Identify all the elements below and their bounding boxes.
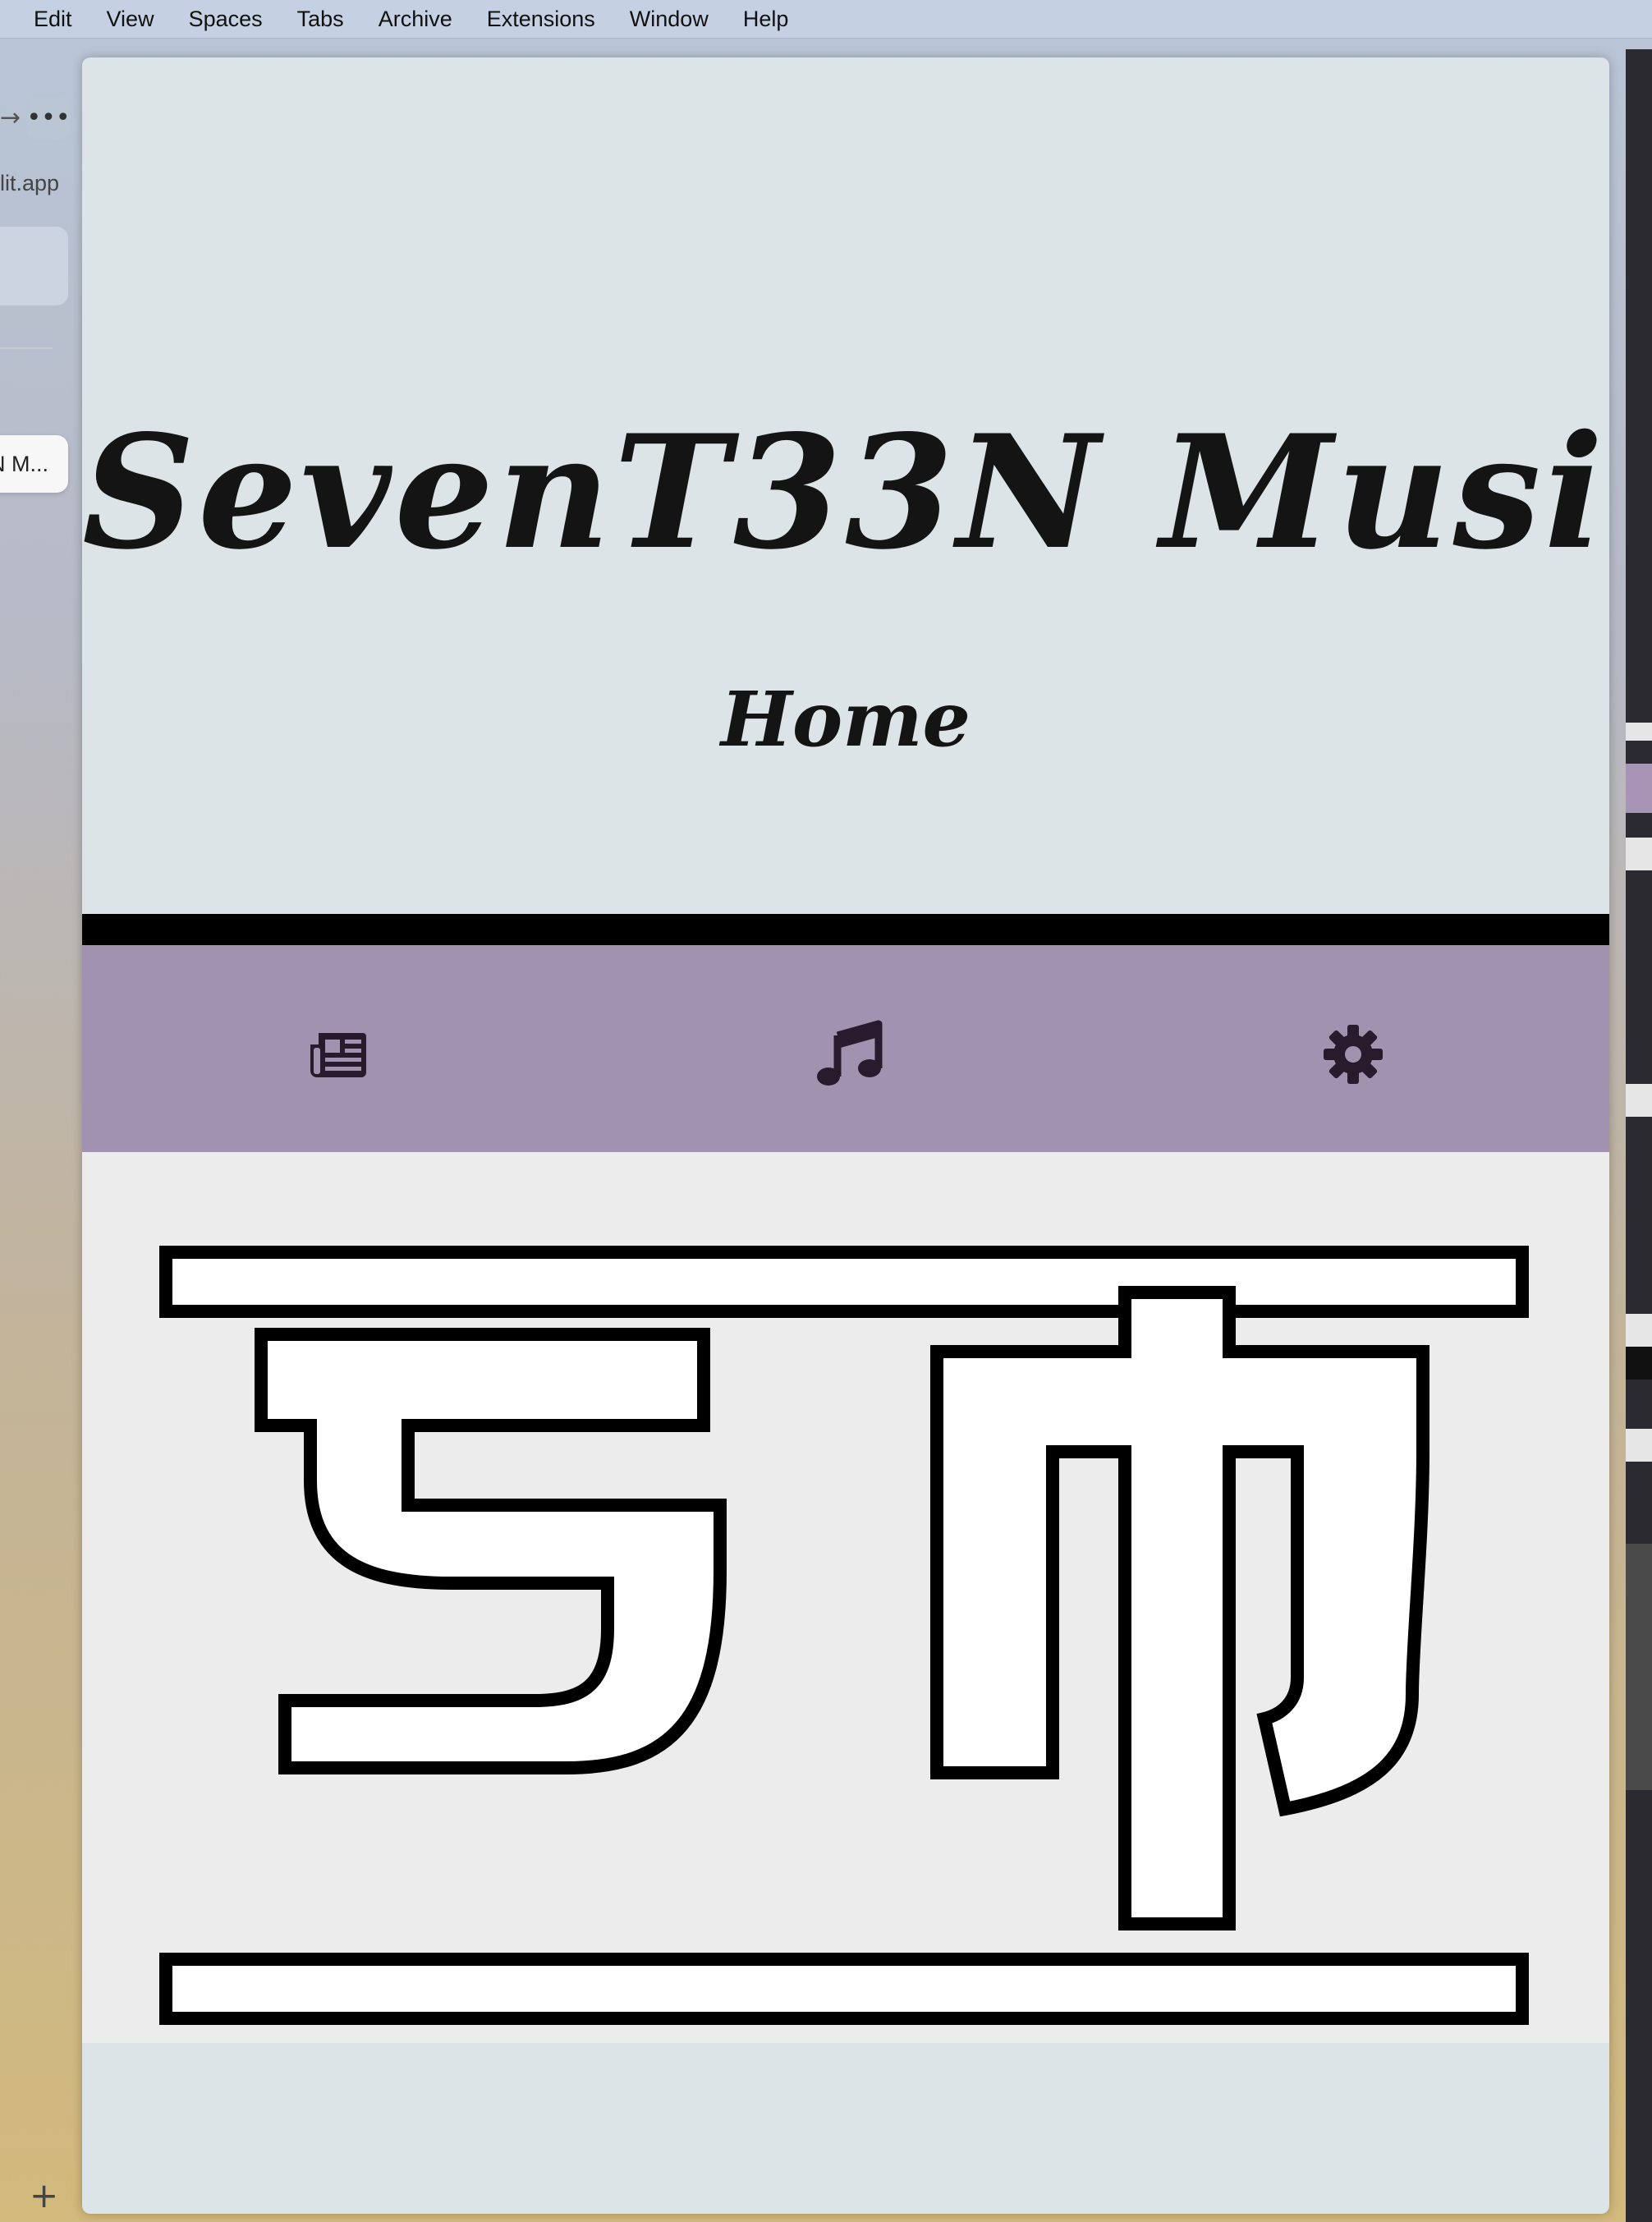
logo-bottom-bar <box>159 1953 1529 2025</box>
sidebar-tab-active[interactable]: N M... <box>0 435 68 493</box>
bg-window-bar <box>1626 764 1652 813</box>
logo-left-glyph <box>255 1328 727 1774</box>
newspaper-icon[interactable] <box>307 1023 369 1086</box>
menu-extensions[interactable]: Extensions <box>487 7 595 32</box>
menu-archive[interactable]: Archive <box>379 7 452 32</box>
browser-sidebar: → ••• lit.app N M... + <box>0 39 82 2222</box>
seventeen-logo <box>82 1152 1609 2043</box>
bg-window-bar <box>1626 1084 1652 1117</box>
menu-view[interactable]: View <box>107 7 154 32</box>
nav-bar <box>82 945 1609 1152</box>
bg-window-bar <box>1626 1429 1652 1462</box>
logo-top-bar <box>159 1246 1529 1318</box>
header-divider <box>82 914 1609 945</box>
bg-window-bar <box>1626 1314 1652 1347</box>
menu-bar: Edit View Spaces Tabs Archive Extensions… <box>0 0 1652 39</box>
web-page: SevenT33N Music Home <box>82 57 1609 2214</box>
menu-help[interactable]: Help <box>743 7 789 32</box>
page-subtitle: Home <box>720 675 971 764</box>
site-title: SevenT33N Music <box>82 401 1609 584</box>
new-tab-button[interactable]: + <box>30 2178 58 2213</box>
url-fragment[interactable]: lit.app <box>0 171 59 196</box>
sidebar-card[interactable] <box>0 227 68 305</box>
music-note-icon[interactable] <box>815 1017 885 1088</box>
bg-window-bar <box>1626 1544 1652 1790</box>
arrow-right-icon[interactable]: → <box>0 103 21 132</box>
menu-window[interactable]: Window <box>630 7 709 32</box>
bg-window-bar <box>1626 838 1652 870</box>
sidebar-divider <box>0 347 53 349</box>
menu-tabs[interactable]: Tabs <box>297 7 344 32</box>
logo-right-glyph <box>930 1286 1429 1930</box>
background-window <box>1626 49 1652 2222</box>
bg-window-bar <box>1626 1347 1652 1380</box>
menu-spaces[interactable]: Spaces <box>189 7 263 32</box>
ellipsis-icon[interactable]: ••• <box>26 97 71 140</box>
gear-icon[interactable] <box>1322 1023 1384 1086</box>
sidebar-tab-label: N M... <box>0 451 48 476</box>
menu-edit[interactable]: Edit <box>34 7 72 32</box>
bg-window-bar <box>1626 723 1652 741</box>
